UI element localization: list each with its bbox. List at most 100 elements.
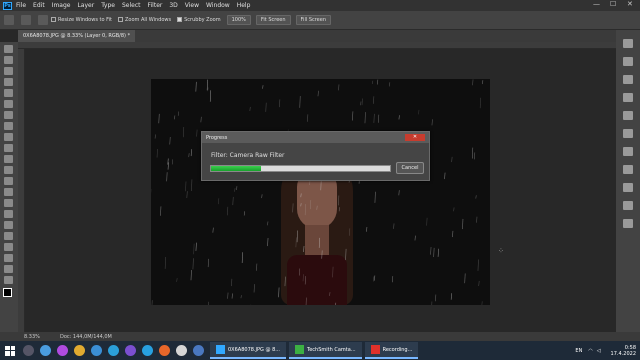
telegram-icon[interactable]	[142, 345, 153, 356]
minimize-icon[interactable]: —	[593, 0, 600, 8]
telegram-icon[interactable]	[108, 345, 119, 356]
hand-tool-icon[interactable]	[4, 254, 13, 262]
lasso-tool-icon[interactable]	[4, 67, 13, 75]
menu-select[interactable]: Select	[122, 2, 141, 9]
store-icon[interactable]	[91, 345, 102, 356]
panel-dock	[616, 30, 640, 332]
pen-tool-icon[interactable]	[4, 210, 13, 218]
zoom-out-icon[interactable]	[38, 15, 48, 25]
menu-window[interactable]: Window	[206, 2, 230, 9]
path-select-tool-icon[interactable]	[4, 232, 13, 240]
quick-select-tool-icon[interactable]	[4, 78, 13, 86]
close-icon[interactable]: ✕	[627, 0, 633, 8]
channels-panel-icon[interactable]	[623, 201, 633, 210]
eraser-tool-icon[interactable]	[4, 166, 13, 174]
foreground-color-swatch[interactable]	[3, 288, 12, 297]
chrome-icon[interactable]	[176, 345, 187, 356]
menu-file[interactable]: File	[16, 2, 26, 9]
photoshop-logo-icon[interactable]: Ps	[3, 1, 12, 10]
checkbox-icon[interactable]	[118, 17, 123, 22]
brush-settings-icon[interactable]	[623, 129, 633, 138]
menu-layer[interactable]: Layer	[77, 2, 94, 9]
taskbar: 0X6A8078.JPG @ 8... TechSmith Camta... R…	[0, 341, 640, 360]
wifi-icon[interactable]: ◠	[588, 348, 592, 354]
zoom-100-button[interactable]: 100%	[226, 15, 251, 25]
swatches-panel-icon[interactable]	[623, 147, 633, 156]
taskbar-app-photoshop[interactable]: 0X6A8078.JPG @ 8...	[210, 342, 287, 359]
horizontal-ruler	[18, 42, 616, 49]
taskbar-app-camtasia[interactable]: TechSmith Camta...	[289, 342, 362, 359]
maximize-icon[interactable]: ☐	[610, 0, 616, 8]
zoom-all-windows-option[interactable]: Zoom All Windows	[118, 17, 171, 23]
frame-tool-icon[interactable]	[4, 100, 13, 108]
history-brush-tool-icon[interactable]	[4, 155, 13, 163]
zoom-tool-icon[interactable]	[4, 15, 14, 25]
music-icon[interactable]	[74, 345, 85, 356]
document-tabbar: 0X6A8078.JPG @ 8.33% (Layer 0, RGB/8) *	[18, 30, 616, 42]
marquee-tool-icon[interactable]	[4, 56, 13, 64]
layers-panel-icon[interactable]	[623, 39, 633, 48]
document-tab[interactable]: 0X6A8078.JPG @ 8.33% (Layer 0, RGB/8) *	[18, 30, 136, 42]
character-panel-icon[interactable]	[623, 93, 633, 102]
menu-filter[interactable]: Filter	[148, 2, 163, 9]
system-tray: EN ◠ ◁ 0:58 17.4.2022	[575, 341, 636, 360]
menu-help[interactable]: Help	[237, 2, 251, 9]
menu-type[interactable]: Type	[101, 2, 115, 9]
camtasia-app-icon	[295, 345, 305, 354]
shape-tool-icon[interactable]	[4, 243, 13, 251]
styles-panel-icon[interactable]	[623, 165, 633, 174]
doc-info: Doc: 144,0M/144,0M	[60, 334, 112, 340]
adjustments-panel-icon[interactable]	[623, 57, 633, 66]
itunes-icon[interactable]	[57, 345, 68, 356]
crop-tool-icon[interactable]	[4, 89, 13, 97]
menu-edit[interactable]: Edit	[33, 2, 45, 9]
blur-tool-icon[interactable]	[4, 188, 13, 196]
volume-icon[interactable]: ◁	[597, 348, 601, 354]
progress-dialog: Progress ✕ Filter: Camera Raw Filter Can…	[201, 131, 430, 181]
dodge-tool-icon[interactable]	[4, 199, 13, 207]
rain-effect	[151, 79, 484, 305]
dialog-close-icon[interactable]: ✕	[405, 134, 425, 141]
color-panel-icon[interactable]	[623, 183, 633, 192]
layers-stack-icon[interactable]	[623, 219, 633, 228]
healing-brush-tool-icon[interactable]	[4, 122, 13, 130]
windows-start-icon[interactable]	[5, 345, 15, 356]
language-indicator[interactable]: EN	[575, 348, 582, 354]
type-tool-icon[interactable]	[4, 221, 13, 229]
zoom-level[interactable]: 8.33%	[24, 334, 40, 340]
dialog-title: Progress	[202, 132, 429, 143]
menu-3d[interactable]: 3D	[169, 2, 177, 9]
viber-icon[interactable]	[125, 345, 136, 356]
zoom-in-icon[interactable]	[21, 15, 31, 25]
menu-image[interactable]: Image	[52, 2, 71, 9]
resize-windows-option[interactable]: Resize Windows to Fit	[51, 17, 112, 23]
scrubby-zoom-option[interactable]: Scrubby Zoom	[177, 17, 221, 23]
document-canvas[interactable]	[151, 79, 490, 305]
progress-bar	[210, 165, 391, 172]
fill-screen-button[interactable]: Fill Screen	[295, 15, 332, 25]
search-icon[interactable]	[23, 345, 34, 356]
clock[interactable]: 0:58 17.4.2022	[611, 345, 636, 357]
vertical-ruler	[18, 49, 25, 332]
menu-bar: Ps File Edit Image Layer Type Select Fil…	[0, 0, 640, 11]
firefox-icon[interactable]	[159, 345, 170, 356]
brush-tool-icon[interactable]	[4, 133, 13, 141]
menu-view[interactable]: View	[185, 2, 199, 9]
gradient-tool-icon[interactable]	[4, 177, 13, 185]
clone-stamp-tool-icon[interactable]	[4, 144, 13, 152]
filter-label: Filter: Camera Raw Filter	[211, 152, 285, 159]
properties-panel-icon[interactable]	[623, 75, 633, 84]
checkbox-icon[interactable]	[177, 17, 183, 22]
zoom-tool-icon[interactable]	[4, 265, 13, 273]
file-explorer-icon[interactable]	[40, 345, 51, 356]
more-tools-icon[interactable]	[4, 276, 13, 284]
paragraph-panel-icon[interactable]	[623, 111, 633, 120]
eyedropper-tool-icon[interactable]	[4, 111, 13, 119]
taskbar-app-recording[interactable]: Recording...	[364, 342, 419, 359]
fit-screen-button[interactable]: Fit Screen	[255, 15, 291, 25]
move-tool-icon[interactable]	[4, 45, 13, 53]
skype-icon[interactable]	[193, 345, 204, 356]
checkbox-icon[interactable]	[51, 17, 56, 22]
cancel-button[interactable]: Cancel	[396, 162, 424, 174]
tools-panel	[0, 42, 18, 332]
